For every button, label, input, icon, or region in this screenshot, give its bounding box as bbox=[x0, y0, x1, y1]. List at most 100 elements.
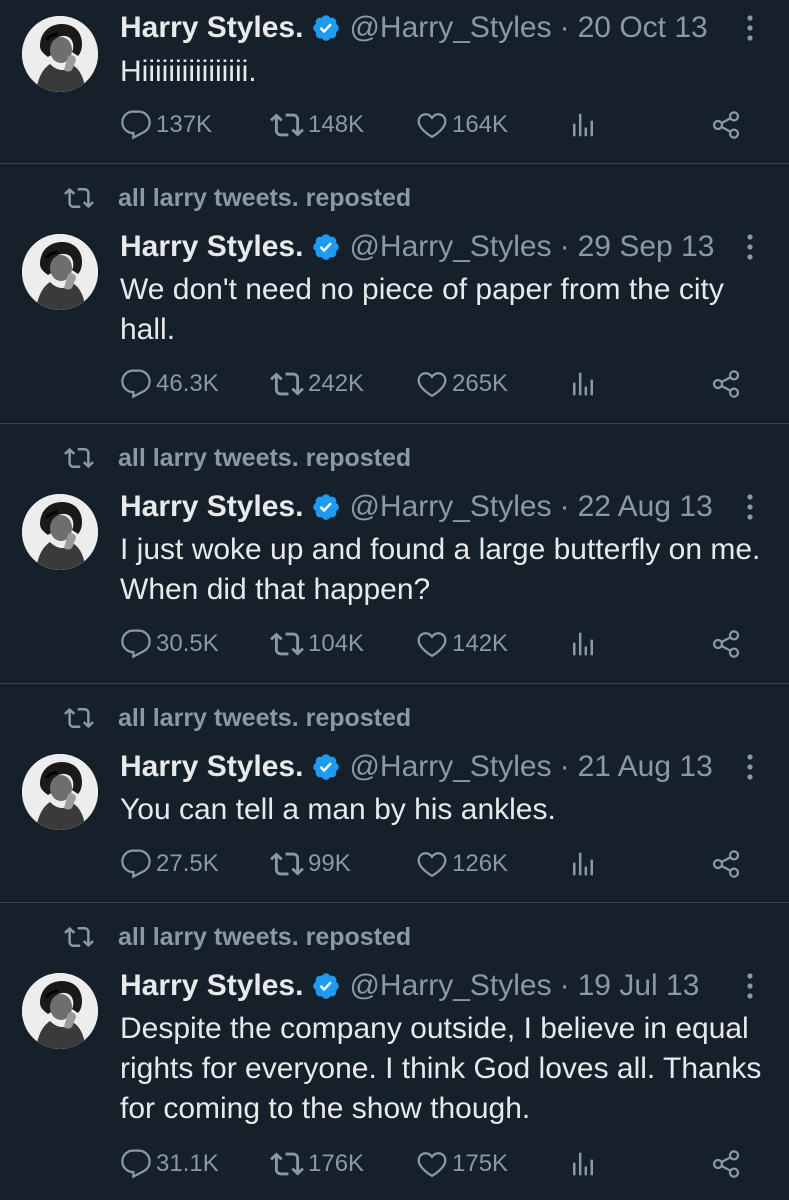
share-button[interactable] bbox=[710, 847, 746, 881]
retweet-arrows-icon bbox=[270, 1147, 304, 1181]
views-button[interactable] bbox=[568, 847, 602, 881]
like-count: 164K bbox=[452, 111, 509, 138]
bar-chart-icon bbox=[568, 629, 598, 659]
tweet-date[interactable]: 20 Oct 13 bbox=[578, 11, 708, 45]
tweet-text: I just woke up and found a large butterf… bbox=[120, 533, 761, 606]
share-nodes-icon bbox=[710, 1148, 742, 1180]
separator-dot: · bbox=[559, 490, 570, 523]
views-button[interactable] bbox=[568, 367, 602, 401]
repost-indicator: all larry tweets. reposted bbox=[62, 183, 411, 213]
speech-bubble-icon bbox=[120, 109, 152, 141]
avatar[interactable] bbox=[22, 494, 98, 570]
retweet-button[interactable]: 104K bbox=[270, 627, 364, 661]
retweet-button[interactable]: 242K bbox=[270, 367, 364, 401]
author-handle[interactable]: @Harry_Styles bbox=[349, 490, 551, 524]
repost-label[interactable]: all larry tweets. reposted bbox=[118, 704, 411, 733]
tweet-date[interactable]: 22 Aug 13 bbox=[578, 490, 713, 524]
views-button[interactable] bbox=[568, 1147, 602, 1181]
author-handle[interactable]: @Harry_Styles bbox=[349, 750, 551, 784]
speech-bubble-icon bbox=[120, 1148, 152, 1180]
verified-badge-icon bbox=[311, 752, 341, 782]
repost-label[interactable]: all larry tweets. reposted bbox=[118, 923, 411, 952]
action-bar: 27.5K 99K 126K bbox=[120, 847, 750, 881]
tweet[interactable]: all larry tweets. reposted Harry Styles.… bbox=[0, 424, 789, 683]
repost-indicator: all larry tweets. reposted bbox=[62, 922, 411, 952]
author-handle[interactable]: @Harry_Styles bbox=[349, 11, 551, 45]
share-nodes-icon bbox=[710, 368, 742, 400]
tweet[interactable]: Harry Styles. @Harry_Styles · 20 Oct 13 … bbox=[0, 0, 789, 163]
author-name[interactable]: Harry Styles. bbox=[120, 11, 303, 45]
avatar[interactable] bbox=[22, 754, 98, 830]
verified-badge-icon bbox=[311, 492, 341, 522]
retweet-arrows-icon bbox=[270, 847, 304, 881]
share-button[interactable] bbox=[710, 1147, 746, 1181]
heart-outline-icon bbox=[416, 368, 448, 400]
tweet[interactable]: all larry tweets. reposted Harry Styles.… bbox=[0, 903, 789, 1200]
author-handle[interactable]: @Harry_Styles bbox=[349, 230, 551, 264]
reply-button[interactable]: 46.3K bbox=[120, 367, 219, 401]
tweet-date[interactable]: 21 Aug 13 bbox=[578, 750, 713, 784]
tweet-header: Harry Styles. @Harry_Styles · 21 Aug 13 bbox=[120, 748, 713, 786]
action-bar: 46.3K 242K 265K bbox=[120, 367, 750, 401]
retweet-count: 99K bbox=[308, 850, 351, 877]
author-name[interactable]: Harry Styles. bbox=[120, 230, 303, 264]
retweet-button[interactable]: 99K bbox=[270, 847, 351, 881]
verified-badge-icon bbox=[311, 232, 341, 262]
repost-label[interactable]: all larry tweets. reposted bbox=[118, 444, 411, 473]
retweet-arrows-icon bbox=[62, 703, 96, 733]
retweet-count: 148K bbox=[308, 111, 365, 138]
heart-outline-icon bbox=[416, 109, 448, 141]
share-button[interactable] bbox=[710, 367, 746, 401]
repost-label[interactable]: all larry tweets. reposted bbox=[118, 184, 411, 213]
share-button[interactable] bbox=[710, 627, 746, 661]
tweet[interactable]: all larry tweets. reposted Harry Styles.… bbox=[0, 164, 789, 423]
tweet-date[interactable]: 29 Sep 13 bbox=[578, 230, 715, 264]
tweet-header: Harry Styles. @Harry_Styles · 19 Jul 13 bbox=[120, 967, 699, 1005]
avatar[interactable] bbox=[22, 234, 98, 310]
reply-button[interactable]: 30.5K bbox=[120, 627, 219, 661]
reply-count: 30.5K bbox=[156, 630, 219, 657]
separator-dot: · bbox=[559, 969, 570, 1002]
tweet[interactable]: all larry tweets. reposted Harry Styles.… bbox=[0, 684, 789, 902]
action-bar: 137K 148K 164K bbox=[120, 108, 750, 142]
tweet-text: Despite the company outside, I believe i… bbox=[120, 1012, 762, 1125]
avatar[interactable] bbox=[22, 973, 98, 1049]
views-button[interactable] bbox=[568, 627, 602, 661]
author-name[interactable]: Harry Styles. bbox=[120, 490, 303, 524]
tweet-date[interactable]: 19 Jul 13 bbox=[578, 969, 700, 1003]
avatar[interactable] bbox=[22, 16, 98, 92]
more-options-icon[interactable] bbox=[738, 228, 762, 266]
like-button[interactable]: 142K bbox=[416, 627, 508, 661]
views-button[interactable] bbox=[568, 108, 602, 142]
retweet-button[interactable]: 176K bbox=[270, 1147, 364, 1181]
heart-outline-icon bbox=[416, 1148, 448, 1180]
retweet-arrows-icon bbox=[62, 922, 96, 952]
retweet-button[interactable]: 148K bbox=[270, 108, 364, 142]
like-button[interactable]: 164K bbox=[416, 108, 508, 142]
retweet-count: 242K bbox=[308, 370, 365, 397]
like-button[interactable]: 175K bbox=[416, 1147, 508, 1181]
tweet-header: Harry Styles. @Harry_Styles · 20 Oct 13 bbox=[120, 9, 708, 47]
reply-count: 31.1K bbox=[156, 1150, 219, 1177]
more-options-icon[interactable] bbox=[738, 9, 762, 47]
share-button[interactable] bbox=[710, 108, 746, 142]
more-options-icon[interactable] bbox=[738, 488, 762, 526]
author-name[interactable]: Harry Styles. bbox=[120, 969, 303, 1003]
reply-button[interactable]: 27.5K bbox=[120, 847, 219, 881]
author-name[interactable]: Harry Styles. bbox=[120, 750, 303, 784]
reply-count: 137K bbox=[156, 111, 213, 138]
bar-chart-icon bbox=[568, 1149, 598, 1179]
reply-button[interactable]: 31.1K bbox=[120, 1147, 219, 1181]
like-button[interactable]: 126K bbox=[416, 847, 508, 881]
repost-indicator: all larry tweets. reposted bbox=[62, 703, 411, 733]
more-options-icon[interactable] bbox=[738, 748, 762, 786]
retweet-arrows-icon bbox=[270, 108, 304, 142]
more-options-icon[interactable] bbox=[738, 967, 762, 1005]
reply-button[interactable]: 137K bbox=[120, 108, 212, 142]
retweet-arrows-icon bbox=[270, 627, 304, 661]
retweet-count: 176K bbox=[308, 1150, 365, 1177]
tweet-text: We don't need no piece of paper from the… bbox=[120, 273, 724, 346]
tweet-text: Hiiiiiiiiiiiiiiii. bbox=[120, 55, 257, 88]
like-button[interactable]: 265K bbox=[416, 367, 508, 401]
author-handle[interactable]: @Harry_Styles bbox=[349, 969, 551, 1003]
